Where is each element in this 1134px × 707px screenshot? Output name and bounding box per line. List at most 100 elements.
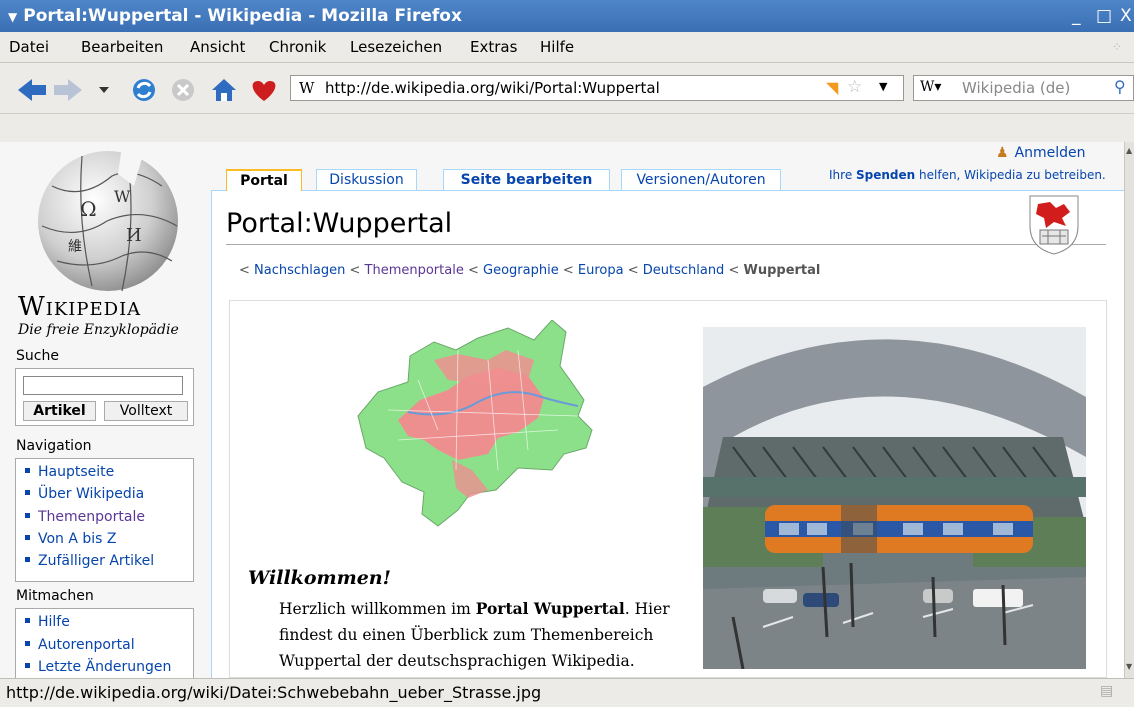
scroll-down-icon[interactable]: ▼ xyxy=(1126,662,1132,671)
back-icon[interactable] xyxy=(18,79,46,101)
login-link[interactable]: ♟ Anmelden xyxy=(996,145,1086,161)
breadcrumb-nachschlagen[interactable]: Nachschlagen xyxy=(254,263,345,278)
schwebebahn-photo[interactable] xyxy=(703,327,1086,669)
participate-link[interactable]: Letzte Änderungen xyxy=(38,659,171,675)
close-button[interactable]: X xyxy=(1120,6,1132,26)
bullet-icon xyxy=(25,662,30,668)
search-article-button[interactable]: Artikel xyxy=(23,401,96,421)
bookmarks-toolbar xyxy=(0,113,1134,143)
maximize-button[interactable]: □ xyxy=(1096,6,1112,26)
welcome-heading: Willkommen! xyxy=(248,567,391,589)
participate-item-autorenportal[interactable]: Autorenportal xyxy=(25,637,135,653)
menu-chronik[interactable]: Chronik xyxy=(269,38,326,56)
menu-bar: Datei Bearbeiten Ansicht Chronik Lesezei… xyxy=(0,32,1134,63)
heart-icon[interactable] xyxy=(252,81,276,101)
url-dropdown-icon[interactable]: ▼ xyxy=(879,80,887,93)
bookmark-star-icon[interactable]: ☆ xyxy=(847,77,862,97)
welcome-line-2: findest du einen Überblick zum Themenber… xyxy=(279,626,654,644)
forward-icon[interactable] xyxy=(54,79,82,101)
page-viewport: Ω W И 維 Wikipedia Die freie Enzyklopädie… xyxy=(0,142,1124,678)
participate-link[interactable]: Hilfe xyxy=(38,614,70,630)
url-text[interactable]: http://de.wikipedia.org/wiki/Portal:Wupp… xyxy=(325,79,660,97)
breadcrumb-deutschland[interactable]: Deutschland xyxy=(643,263,725,278)
participate-item-letzte-aenderungen[interactable]: Letzte Änderungen xyxy=(25,659,171,675)
page-title: Portal:Wuppertal xyxy=(226,208,453,239)
scroll-up-icon[interactable]: ▲ xyxy=(1126,146,1132,155)
bullet-icon xyxy=(25,489,30,495)
nav-link[interactable]: Von A bis Z xyxy=(38,531,117,547)
participate-link[interactable]: Autorenportal xyxy=(38,637,135,653)
menu-datei[interactable]: Datei xyxy=(9,38,49,56)
menu-hilfe[interactable]: Hilfe xyxy=(540,38,574,56)
breadcrumb-wuppertal: Wuppertal xyxy=(743,263,821,278)
rss-icon[interactable]: ◥ xyxy=(826,78,838,97)
user-icon: ♟ xyxy=(996,145,1009,161)
search-bar[interactable]: W▾ Wikipedia (de) ⚲ xyxy=(913,75,1134,101)
wikipedia-wordmark[interactable]: Wikipedia xyxy=(18,292,141,322)
menu-bearbeiten[interactable]: Bearbeiten xyxy=(81,38,163,56)
bullet-icon xyxy=(25,617,30,623)
nav-item-von-a-bis-z[interactable]: Von A bis Z xyxy=(25,531,117,547)
bullet-icon xyxy=(25,640,30,646)
participate-item-hilfe[interactable]: Hilfe xyxy=(25,614,70,630)
nav-link[interactable]: Zufälliger Artikel xyxy=(38,553,154,569)
participate-portlet: Hilfe Autorenportal Letzte Änderungen xyxy=(15,608,194,678)
nav-link[interactable]: Themenportale xyxy=(38,509,145,525)
svg-text:維: 維 xyxy=(68,239,82,255)
title-underline xyxy=(226,244,1106,245)
url-bar[interactable]: W http://de.wikipedia.org/wiki/Portal:Wu… xyxy=(290,75,904,101)
donate-notice: Ihre Spenden helfen, Wikipedia zu betrei… xyxy=(829,168,1106,182)
svg-text:Ω: Ω xyxy=(80,197,97,221)
reload-icon[interactable] xyxy=(133,79,155,101)
site-favicon: W xyxy=(299,79,315,97)
portal-name: Portal Wuppertal xyxy=(475,599,625,618)
nav-link[interactable]: Hauptseite xyxy=(38,464,114,480)
menu-ansicht[interactable]: Ansicht xyxy=(190,38,245,56)
search-engine-icon[interactable]: W▾ xyxy=(920,79,941,95)
wikipedia-tagline: Die freie Enzyklopädie xyxy=(18,322,179,338)
search-heading: Suche xyxy=(16,348,59,364)
breadcrumb-geographie[interactable]: Geographie xyxy=(483,263,559,278)
nav-item-ueber-wikipedia[interactable]: Über Wikipedia xyxy=(25,486,144,502)
wuppertal-district-map[interactable] xyxy=(338,320,598,530)
participate-heading: Mitmachen xyxy=(16,588,94,604)
svg-text:И: И xyxy=(126,225,142,246)
toolbar-buttons xyxy=(18,79,276,101)
tab-versionen-autoren[interactable]: Versionen/Autoren xyxy=(621,169,781,190)
search-fulltext-button[interactable]: Volltext xyxy=(104,401,188,421)
nav-item-hauptseite[interactable]: Hauptseite xyxy=(25,464,114,480)
bullet-icon xyxy=(25,534,30,540)
search-placeholder[interactable]: Wikipedia (de) xyxy=(962,79,1070,97)
nav-item-themenportale[interactable]: Themenportale xyxy=(25,509,145,525)
menu-extras[interactable]: Extras xyxy=(470,38,517,56)
stop-icon[interactable] xyxy=(172,79,194,101)
status-bar: http://de.wikipedia.org/wiki/Datei:Schwe… xyxy=(0,678,1134,707)
sidebar-search-input[interactable] xyxy=(23,376,183,395)
tab-seite-bearbeiten[interactable]: Seite bearbeiten xyxy=(443,169,610,190)
tab-diskussion[interactable]: Diskussion xyxy=(316,169,417,190)
nav-link[interactable]: Über Wikipedia xyxy=(38,486,144,502)
breadcrumb-europa[interactable]: Europa xyxy=(578,263,624,278)
wikipedia-globe-logo[interactable]: Ω W И 維 xyxy=(22,146,190,296)
bullet-icon xyxy=(25,556,30,562)
status-panel-icon: ▤ xyxy=(1100,683,1114,699)
breadcrumb: < Nachschlagen < Themenportale < Geograp… xyxy=(239,263,821,278)
home-icon[interactable] xyxy=(212,79,236,101)
tab-portal[interactable]: Portal xyxy=(226,169,302,191)
nav-item-zufaelliger-artikel[interactable]: Zufälliger Artikel xyxy=(25,553,154,569)
search-icon[interactable]: ⚲ xyxy=(1114,77,1126,96)
window-titlebar: ▼ Portal:Wuppertal - Wikipedia - Mozilla … xyxy=(0,0,1134,32)
history-dropdown-icon[interactable] xyxy=(99,87,109,93)
donate-link[interactable]: Spenden xyxy=(856,168,915,182)
welcome-line-1: Herzlich willkommen im Portal Wuppertal.… xyxy=(279,599,670,618)
svg-text:W: W xyxy=(114,187,131,206)
breadcrumb-themenportale[interactable]: Themenportale xyxy=(365,263,464,278)
wuppertal-coat-of-arms[interactable] xyxy=(1026,192,1082,256)
welcome-line-3: Wuppertal der deutschsprachigen Wikipedi… xyxy=(279,652,635,670)
window-menu-icon[interactable]: ▼ xyxy=(8,10,17,24)
search-portlet: Artikel Volltext xyxy=(15,368,194,426)
minimize-button[interactable]: _ xyxy=(1072,6,1081,26)
status-text: http://de.wikipedia.org/wiki/Datei:Schwe… xyxy=(6,683,542,702)
vertical-scrollbar[interactable]: ▲ ▼ xyxy=(1124,142,1134,678)
menu-lesezeichen[interactable]: Lesezeichen xyxy=(350,38,442,56)
